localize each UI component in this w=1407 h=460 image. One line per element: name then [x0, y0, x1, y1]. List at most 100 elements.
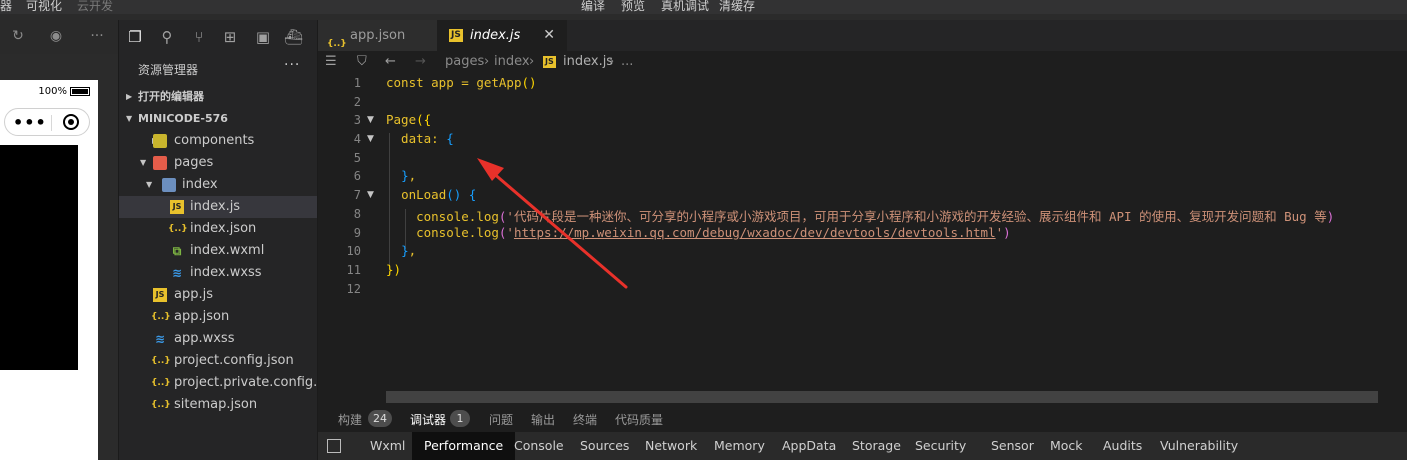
clear-cache-button[interactable]: 清缓存 — [719, 0, 755, 14]
compile-button[interactable]: 编译 — [581, 0, 605, 14]
tree-item-index-wxss[interactable]: ≋ index.wxss — [118, 262, 317, 284]
tab-debugger[interactable]: 调试器 — [410, 411, 446, 428]
panel-divider[interactable] — [118, 20, 119, 460]
code-token: getApp — [476, 75, 522, 90]
stop-icon[interactable]: ◉ — [48, 28, 64, 44]
tab-storage[interactable]: Storage — [852, 432, 901, 460]
tab-mock[interactable]: Mock — [1050, 432, 1083, 460]
back-arrow-icon[interactable]: ← — [385, 54, 396, 69]
line-number: 12 — [346, 282, 361, 296]
bookmark-icon[interactable]: ⛉ — [357, 54, 367, 69]
tab-terminal[interactable]: 终端 — [573, 411, 597, 428]
tab-sources[interactable]: Sources — [580, 432, 629, 460]
simulator-screen[interactable]: 100% ••• — [0, 80, 98, 460]
tree-item-label: components — [174, 133, 255, 148]
folder-icon — [162, 178, 176, 192]
code-link[interactable]: https://mp.weixin.qq.com/debug/wxadoc/de… — [514, 225, 996, 240]
tab-problems[interactable]: 问题 — [489, 411, 513, 428]
tab-performance[interactable]: Performance — [412, 432, 516, 460]
code-token: } — [386, 262, 394, 277]
tab-network[interactable]: Network — [645, 432, 697, 460]
code-token: log — [476, 225, 499, 240]
fold-chevron-icon[interactable]: ▼ — [367, 134, 374, 144]
tab-app-json[interactable]: {..} app.json — [317, 20, 437, 51]
tab-audits[interactable]: Audits — [1103, 432, 1142, 460]
line-number: 10 — [346, 244, 361, 258]
tree-item-app-js[interactable]: JS app.js — [118, 284, 317, 306]
tab-index-js[interactable]: JS index.js ✕ — [437, 20, 567, 51]
forward-arrow-icon[interactable]: → — [415, 54, 426, 69]
capsule-close-icon[interactable] — [63, 114, 79, 130]
tab-code-quality[interactable]: 代码质量 — [615, 411, 663, 428]
horizontal-scrollbar[interactable] — [386, 391, 1378, 403]
breadcrumb-file[interactable]: index.js — [563, 54, 613, 69]
line-number: 6 — [353, 169, 361, 183]
tab-output[interactable]: 输出 — [531, 411, 555, 428]
project-section[interactable]: ▼ MINICODE-576 — [118, 108, 317, 130]
search-icon[interactable]: ⚲ — [158, 28, 176, 46]
breadcrumb-index[interactable]: index — [494, 54, 530, 69]
top-toolbar: 器 可视化 云开发 编译 预览 真机调试 清缓存 — [0, 0, 1407, 14]
real-device-debug-button[interactable]: 真机调试 — [661, 0, 709, 14]
menu-capsule[interactable]: ••• — [4, 108, 90, 136]
json-file-icon: {..} — [151, 378, 171, 388]
tab-memory[interactable]: Memory — [714, 432, 765, 460]
preview-button[interactable]: 预览 — [621, 0, 645, 14]
battery-percent: 100% — [38, 86, 67, 97]
wxss-file-icon: ≋ — [171, 266, 183, 280]
code-token: () — [446, 187, 469, 202]
tree-item-project-private-config[interactable]: {..} project.private.config.js... — [118, 372, 317, 394]
tab-build[interactable]: 构建 — [338, 411, 362, 428]
tree-item-label: index.wxss — [190, 265, 262, 280]
tab-appdata[interactable]: AppData — [782, 432, 836, 460]
line-number: 7 — [353, 188, 361, 202]
more-icon[interactable]: ··· — [89, 28, 105, 44]
list-icon[interactable]: ☰ — [325, 54, 337, 69]
toolbar-visual-button[interactable]: 可视化 — [26, 0, 62, 14]
tree-item-index-wxml[interactable]: ⧉ index.wxml — [118, 240, 317, 262]
tree-item-app-wxss[interactable]: ≋ app.wxss — [118, 328, 317, 350]
panel-divider[interactable] — [317, 20, 318, 460]
breadcrumb-more[interactable]: ... — [621, 54, 633, 69]
tree-item-components[interactable]: ▶ components — [118, 130, 317, 152]
tree-item-label: index.json — [190, 221, 257, 236]
docker-icon[interactable]: ⛴ — [284, 28, 303, 46]
code-line-9: console.log('https://mp.weixin.qq.com/de… — [386, 225, 1011, 240]
tree-item-project-config[interactable]: {..} project.config.json — [118, 350, 317, 372]
outline-icon[interactable]: ▣ — [254, 28, 272, 46]
tab-security[interactable]: Security — [915, 432, 966, 460]
tab-sensor[interactable]: Sensor — [991, 432, 1034, 460]
toolbar-simulator-label[interactable]: 器 — [0, 0, 12, 14]
js-file-icon: JS — [543, 56, 556, 68]
tree-item-sitemap[interactable]: {..} sitemap.json — [118, 394, 317, 416]
capsule-more-icon[interactable]: ••• — [13, 113, 47, 132]
tree-item-label: project.private.config.js... — [174, 375, 317, 390]
code-token: Page — [386, 112, 417, 127]
tab-console[interactable]: Console — [514, 432, 564, 460]
toolbar-cloud-button[interactable]: 云开发 — [77, 0, 113, 14]
explorer-more-icon[interactable]: ··· — [284, 57, 300, 73]
tab-wxml[interactable]: Wxml — [370, 432, 405, 460]
tree-item-index-folder[interactable]: ▼ index — [118, 174, 317, 196]
files-icon[interactable]: ❐ — [126, 28, 144, 46]
tab-vulnerability[interactable]: Vulnerability — [1160, 432, 1238, 460]
tree-item-app-json[interactable]: {..} app.json — [118, 306, 317, 328]
code-editor[interactable]: 1 2 3 4 5 6 7 8 9 10 11 12 ▼ ▼ ▼ const a… — [317, 73, 1407, 403]
fold-chevron-icon[interactable]: ▼ — [367, 190, 374, 200]
source-control-icon[interactable]: ⑂ — [190, 28, 208, 46]
code-line-10: }, — [386, 243, 416, 258]
inspect-element-icon[interactable] — [327, 439, 341, 453]
tree-item-index-json[interactable]: {..} index.json — [118, 218, 317, 240]
close-icon[interactable]: ✕ — [543, 20, 555, 51]
breadcrumb-pages[interactable]: pages — [445, 54, 484, 69]
extensions-icon[interactable]: ⊞ — [221, 28, 239, 46]
fold-chevron-icon[interactable]: ▼ — [367, 115, 374, 125]
tree-item-pages[interactable]: ▼ pages — [118, 152, 317, 174]
code-token: ) — [393, 262, 402, 277]
open-editors-section[interactable]: ▶ 打开的编辑器 — [118, 86, 317, 108]
refresh-icon[interactable]: ↻ — [10, 28, 26, 44]
code-line-11: }) — [386, 262, 401, 277]
tree-item-index-js[interactable]: JS index.js — [118, 196, 317, 218]
